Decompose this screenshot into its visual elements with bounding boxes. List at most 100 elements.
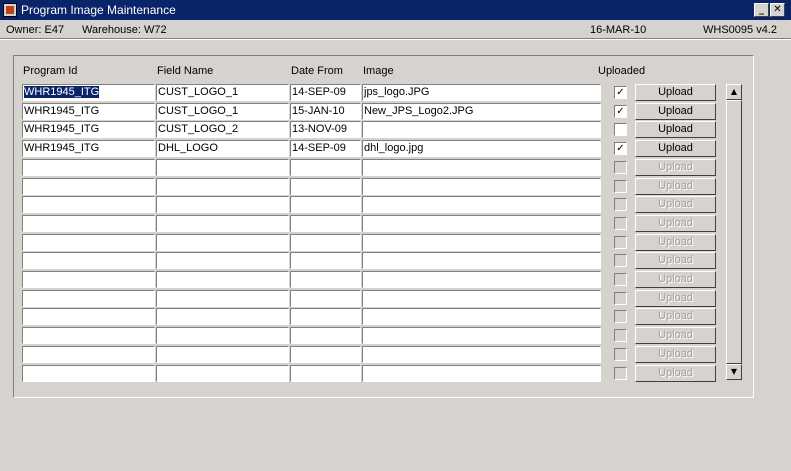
field-name-field[interactable] xyxy=(156,178,289,195)
uploaded-checkbox[interactable] xyxy=(614,198,627,211)
program-id-field[interactable] xyxy=(22,346,155,363)
upload-button[interactable]: Upload xyxy=(635,252,716,269)
field-name-field[interactable] xyxy=(156,215,289,232)
date-from-field[interactable]: 14-SEP-09 xyxy=(290,84,361,101)
program-id-field[interactable] xyxy=(22,196,155,213)
arrow-down-icon[interactable]: ▼ xyxy=(726,364,742,380)
uploaded-checkbox[interactable] xyxy=(614,236,627,249)
image-field[interactable] xyxy=(362,252,601,269)
date-from-field[interactable] xyxy=(290,290,361,307)
upload-button[interactable]: Upload xyxy=(635,140,716,157)
uploaded-checkbox[interactable]: ✓ xyxy=(614,86,627,99)
date-from-field[interactable] xyxy=(290,271,361,288)
field-name-field[interactable] xyxy=(156,252,289,269)
uploaded-checkbox[interactable] xyxy=(614,123,627,136)
program-id-field[interactable] xyxy=(22,234,155,251)
field-name-field[interactable]: DHL_LOGO xyxy=(156,140,289,157)
image-field[interactable] xyxy=(362,290,601,307)
image-field[interactable] xyxy=(362,346,601,363)
program-id-field[interactable] xyxy=(22,215,155,232)
image-field[interactable] xyxy=(362,196,601,213)
upload-button[interactable]: Upload xyxy=(635,365,716,382)
field-name-field[interactable] xyxy=(156,308,289,325)
date-from-field[interactable] xyxy=(290,308,361,325)
image-field[interactable] xyxy=(362,159,601,176)
uploaded-checkbox[interactable]: ✓ xyxy=(614,142,627,155)
program-id-field[interactable]: WHR1945_ITG xyxy=(22,84,155,101)
uploaded-checkbox[interactable]: ✓ xyxy=(614,105,627,118)
image-field[interactable] xyxy=(362,365,601,382)
image-field[interactable] xyxy=(362,308,601,325)
scrollbar-thumb[interactable] xyxy=(726,100,742,364)
date-from-field[interactable] xyxy=(290,365,361,382)
upload-button[interactable]: Upload xyxy=(635,308,716,325)
image-field[interactable] xyxy=(362,327,601,344)
uploaded-checkbox[interactable] xyxy=(614,367,627,380)
date-from-field[interactable] xyxy=(290,178,361,195)
field-name-field[interactable] xyxy=(156,196,289,213)
field-name-field[interactable] xyxy=(156,327,289,344)
date-from-field[interactable] xyxy=(290,346,361,363)
field-name-field[interactable] xyxy=(156,290,289,307)
uploaded-checkbox[interactable] xyxy=(614,329,627,342)
image-field[interactable]: New_JPS_Logo2.JPG xyxy=(362,103,601,120)
upload-button[interactable]: Upload xyxy=(635,215,716,232)
upload-button[interactable]: Upload xyxy=(635,234,716,251)
date-from-field[interactable] xyxy=(290,215,361,232)
program-id-field[interactable] xyxy=(22,365,155,382)
uploaded-checkbox[interactable] xyxy=(614,254,627,267)
upload-button[interactable]: Upload xyxy=(635,84,716,101)
program-id-field[interactable]: WHR1945_ITG xyxy=(22,121,155,138)
field-name-field[interactable] xyxy=(156,159,289,176)
uploaded-checkbox[interactable] xyxy=(614,292,627,305)
image-field[interactable] xyxy=(362,215,601,232)
upload-button[interactable]: Upload xyxy=(635,346,716,363)
image-field[interactable]: jps_logo.JPG xyxy=(362,84,601,101)
upload-button[interactable]: Upload xyxy=(635,178,716,195)
field-name-field[interactable] xyxy=(156,365,289,382)
date-from-field[interactable]: 15-JAN-10 xyxy=(290,103,361,120)
program-id-field[interactable] xyxy=(22,271,155,288)
program-id-field[interactable] xyxy=(22,252,155,269)
date-from-field[interactable] xyxy=(290,327,361,344)
program-id-field[interactable] xyxy=(22,327,155,344)
image-field[interactable]: dhl_logo.jpg xyxy=(362,140,601,157)
app-icon[interactable] xyxy=(3,3,17,17)
field-name-field[interactable] xyxy=(156,346,289,363)
field-name-field[interactable]: CUST_LOGO_2 xyxy=(156,121,289,138)
upload-button[interactable]: Upload xyxy=(635,290,716,307)
field-name-field[interactable]: CUST_LOGO_1 xyxy=(156,84,289,101)
program-id-field[interactable]: WHR1945_ITG xyxy=(22,140,155,157)
field-name-field[interactable]: CUST_LOGO_1 xyxy=(156,103,289,120)
program-id-field[interactable] xyxy=(22,178,155,195)
date-from-field[interactable] xyxy=(290,252,361,269)
upload-button[interactable]: Upload xyxy=(635,196,716,213)
date-from-field[interactable] xyxy=(290,234,361,251)
image-field[interactable] xyxy=(362,178,601,195)
uploaded-checkbox[interactable] xyxy=(614,348,627,361)
field-name-field[interactable] xyxy=(156,234,289,251)
date-from-field[interactable] xyxy=(290,196,361,213)
uploaded-checkbox[interactable] xyxy=(614,180,627,193)
date-from-field[interactable]: 13-NOV-09 xyxy=(290,121,361,138)
uploaded-checkbox[interactable] xyxy=(614,161,627,174)
minimize-button[interactable]: _ xyxy=(754,3,769,17)
image-field[interactable] xyxy=(362,234,601,251)
program-id-field[interactable]: WHR1945_ITG xyxy=(22,103,155,120)
image-field[interactable] xyxy=(362,271,601,288)
uploaded-checkbox[interactable] xyxy=(614,217,627,230)
close-button[interactable]: ✕ xyxy=(770,3,785,17)
upload-button[interactable]: Upload xyxy=(635,103,716,120)
program-id-field[interactable] xyxy=(22,308,155,325)
upload-button[interactable]: Upload xyxy=(635,159,716,176)
image-field[interactable] xyxy=(362,121,601,138)
arrow-up-icon[interactable]: ▲ xyxy=(726,84,742,100)
upload-button[interactable]: Upload xyxy=(635,327,716,344)
uploaded-checkbox[interactable] xyxy=(614,273,627,286)
date-from-field[interactable]: 14-SEP-09 xyxy=(290,140,361,157)
program-id-field[interactable] xyxy=(22,159,155,176)
date-from-field[interactable] xyxy=(290,159,361,176)
upload-button[interactable]: Upload xyxy=(635,121,716,138)
field-name-field[interactable] xyxy=(156,271,289,288)
program-id-field[interactable] xyxy=(22,290,155,307)
